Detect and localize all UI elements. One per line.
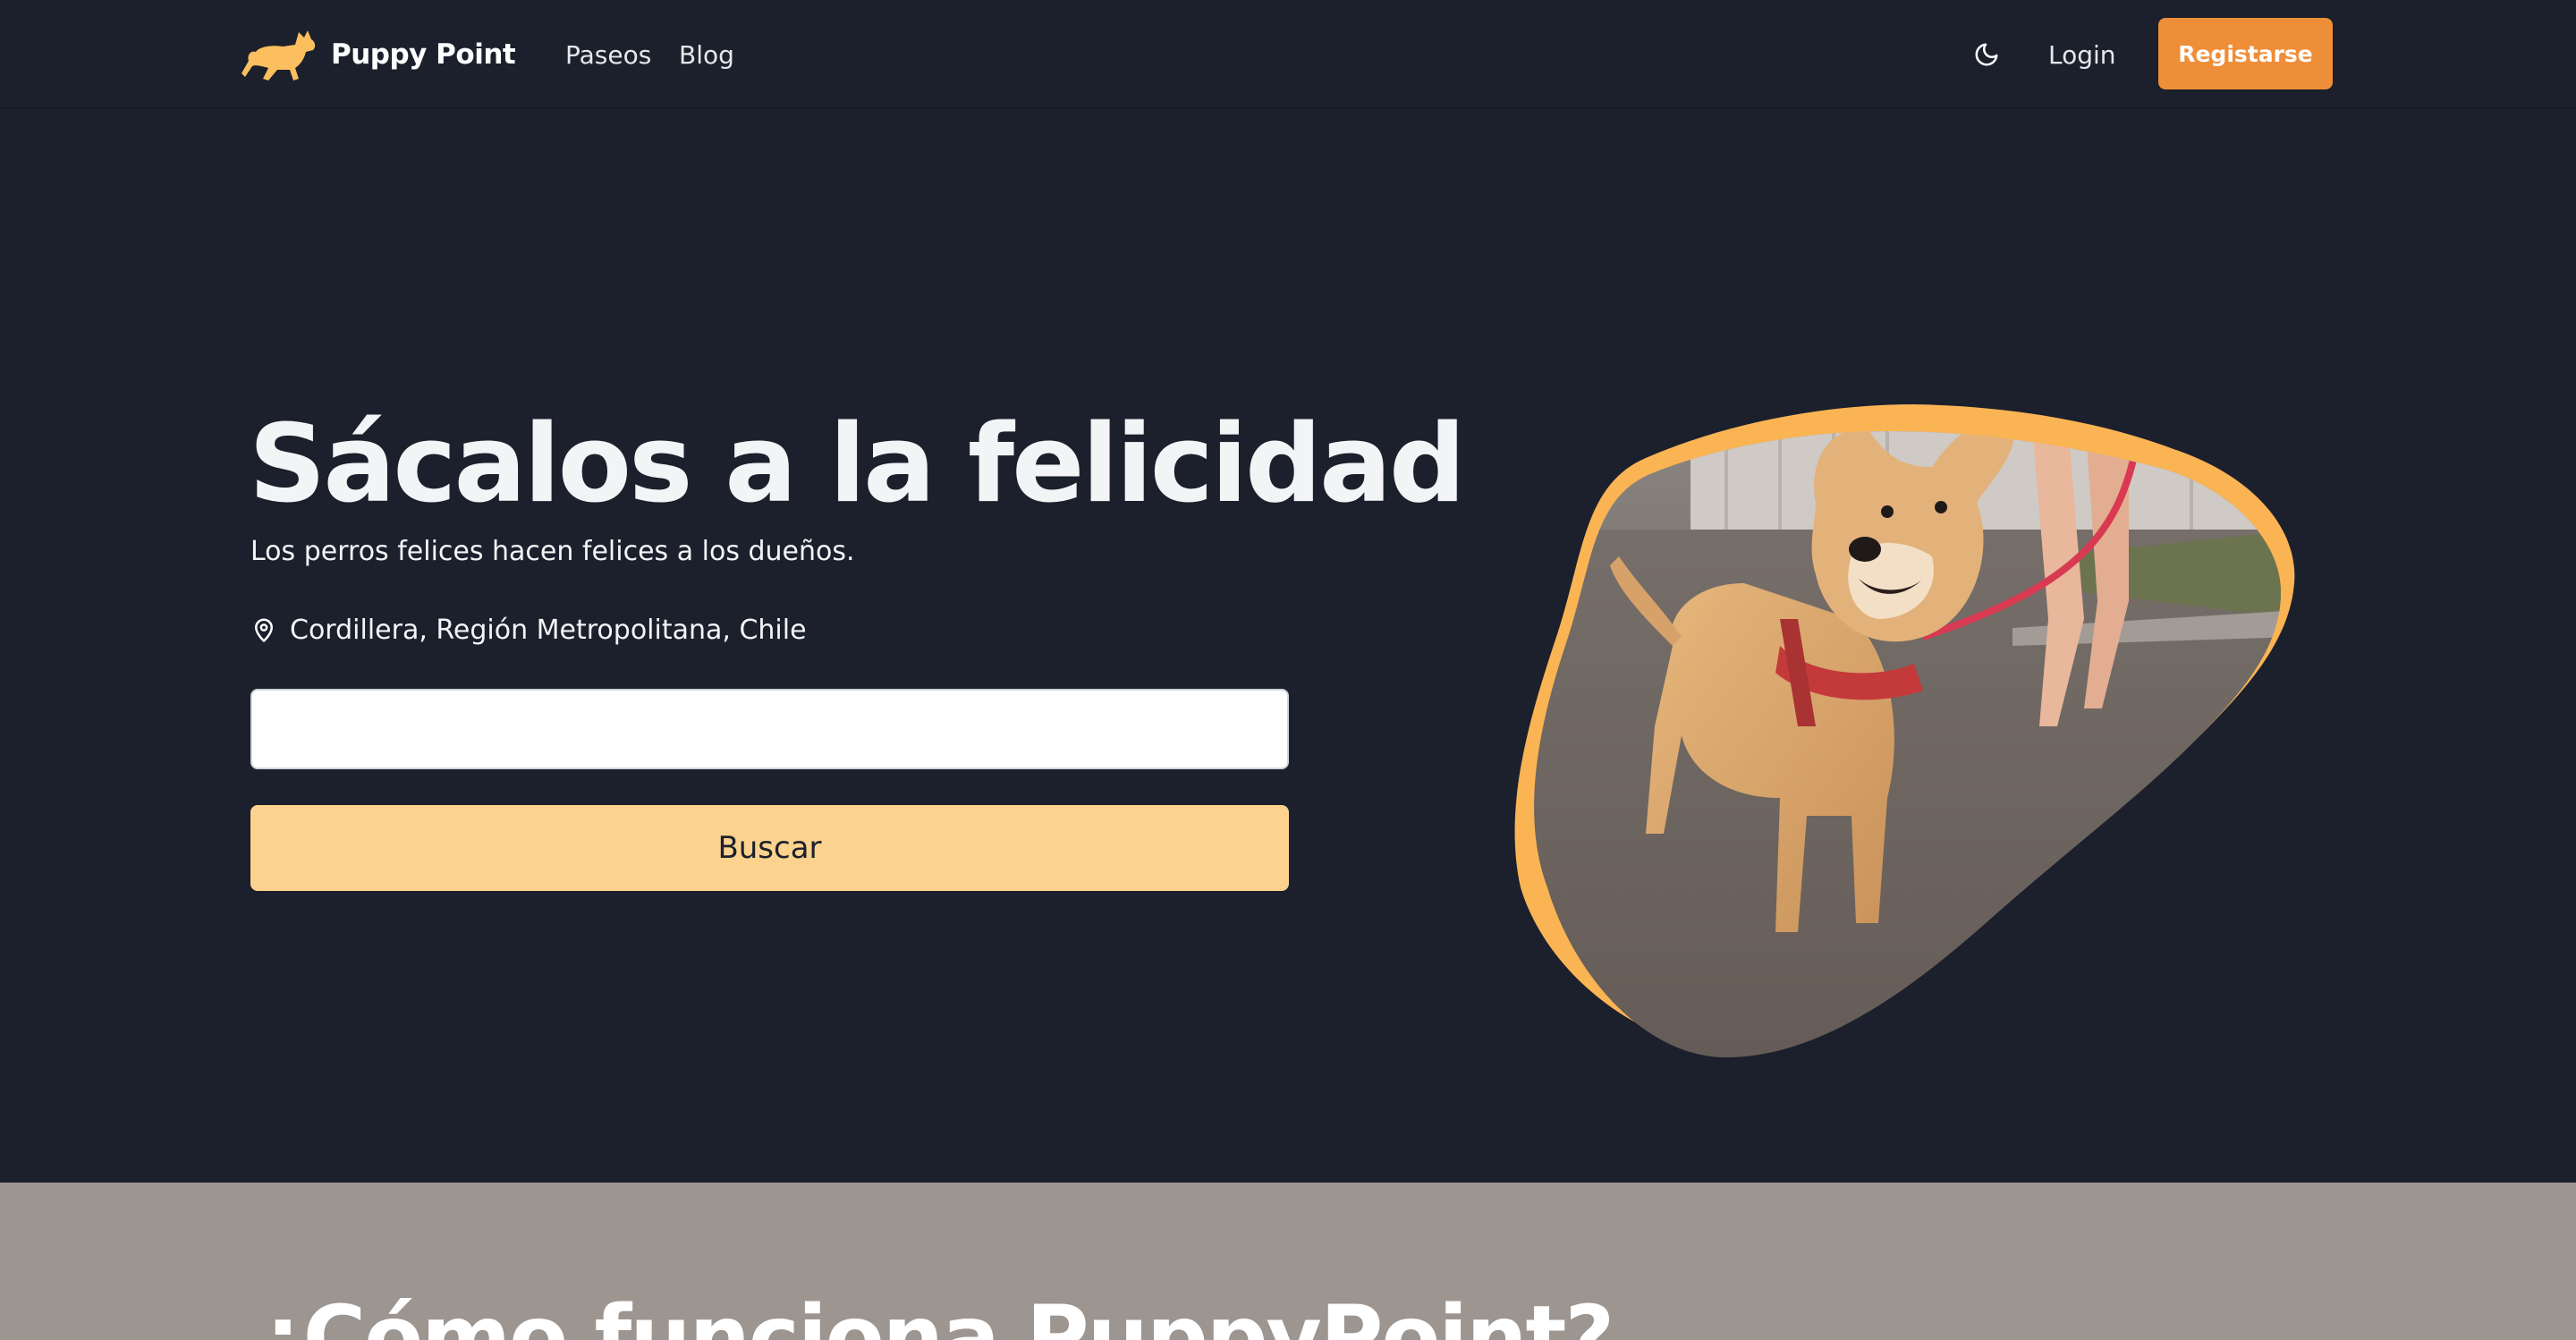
brand-name: Puppy Point	[331, 38, 516, 71]
search-input[interactable]	[250, 689, 1289, 769]
register-button[interactable]: Registarse	[2158, 18, 2333, 89]
how-it-works-title: ¿Cómo funciona PuppyPoint?	[255, 1287, 1614, 1340]
location-text: Cordillera, Región Metropolitana, Chile	[290, 614, 807, 646]
hero-title: Sácalos a la felicidad	[249, 403, 1466, 527]
moon-icon	[1975, 43, 1998, 66]
nav-link-paseos[interactable]: Paseos	[565, 39, 651, 72]
top-navbar: Puppy Point Paseos Blog Login Registarse	[0, 0, 2576, 109]
map-pin-icon	[255, 618, 273, 642]
nav-link-blog[interactable]: Blog	[679, 39, 734, 72]
location-display: Cordillera, Región Metropolitana, Chile	[250, 612, 807, 648]
how-it-works-section: ¿Cómo funciona PuppyPoint?	[0, 1183, 2576, 1340]
dog-running-icon	[242, 30, 316, 81]
brand-home-link[interactable]: Puppy Point	[242, 23, 516, 86]
hero-section: Sácalos a la felicidad Los perros felice…	[0, 109, 2576, 1183]
search-button[interactable]: Buscar	[250, 805, 1289, 891]
login-link[interactable]: Login	[2048, 39, 2116, 72]
theme-toggle-button[interactable]	[1970, 38, 2004, 72]
dog-on-leash-photo	[1514, 404, 2295, 1057]
hero-subtitle: Los perros felices hacen felices a los d…	[250, 536, 855, 567]
